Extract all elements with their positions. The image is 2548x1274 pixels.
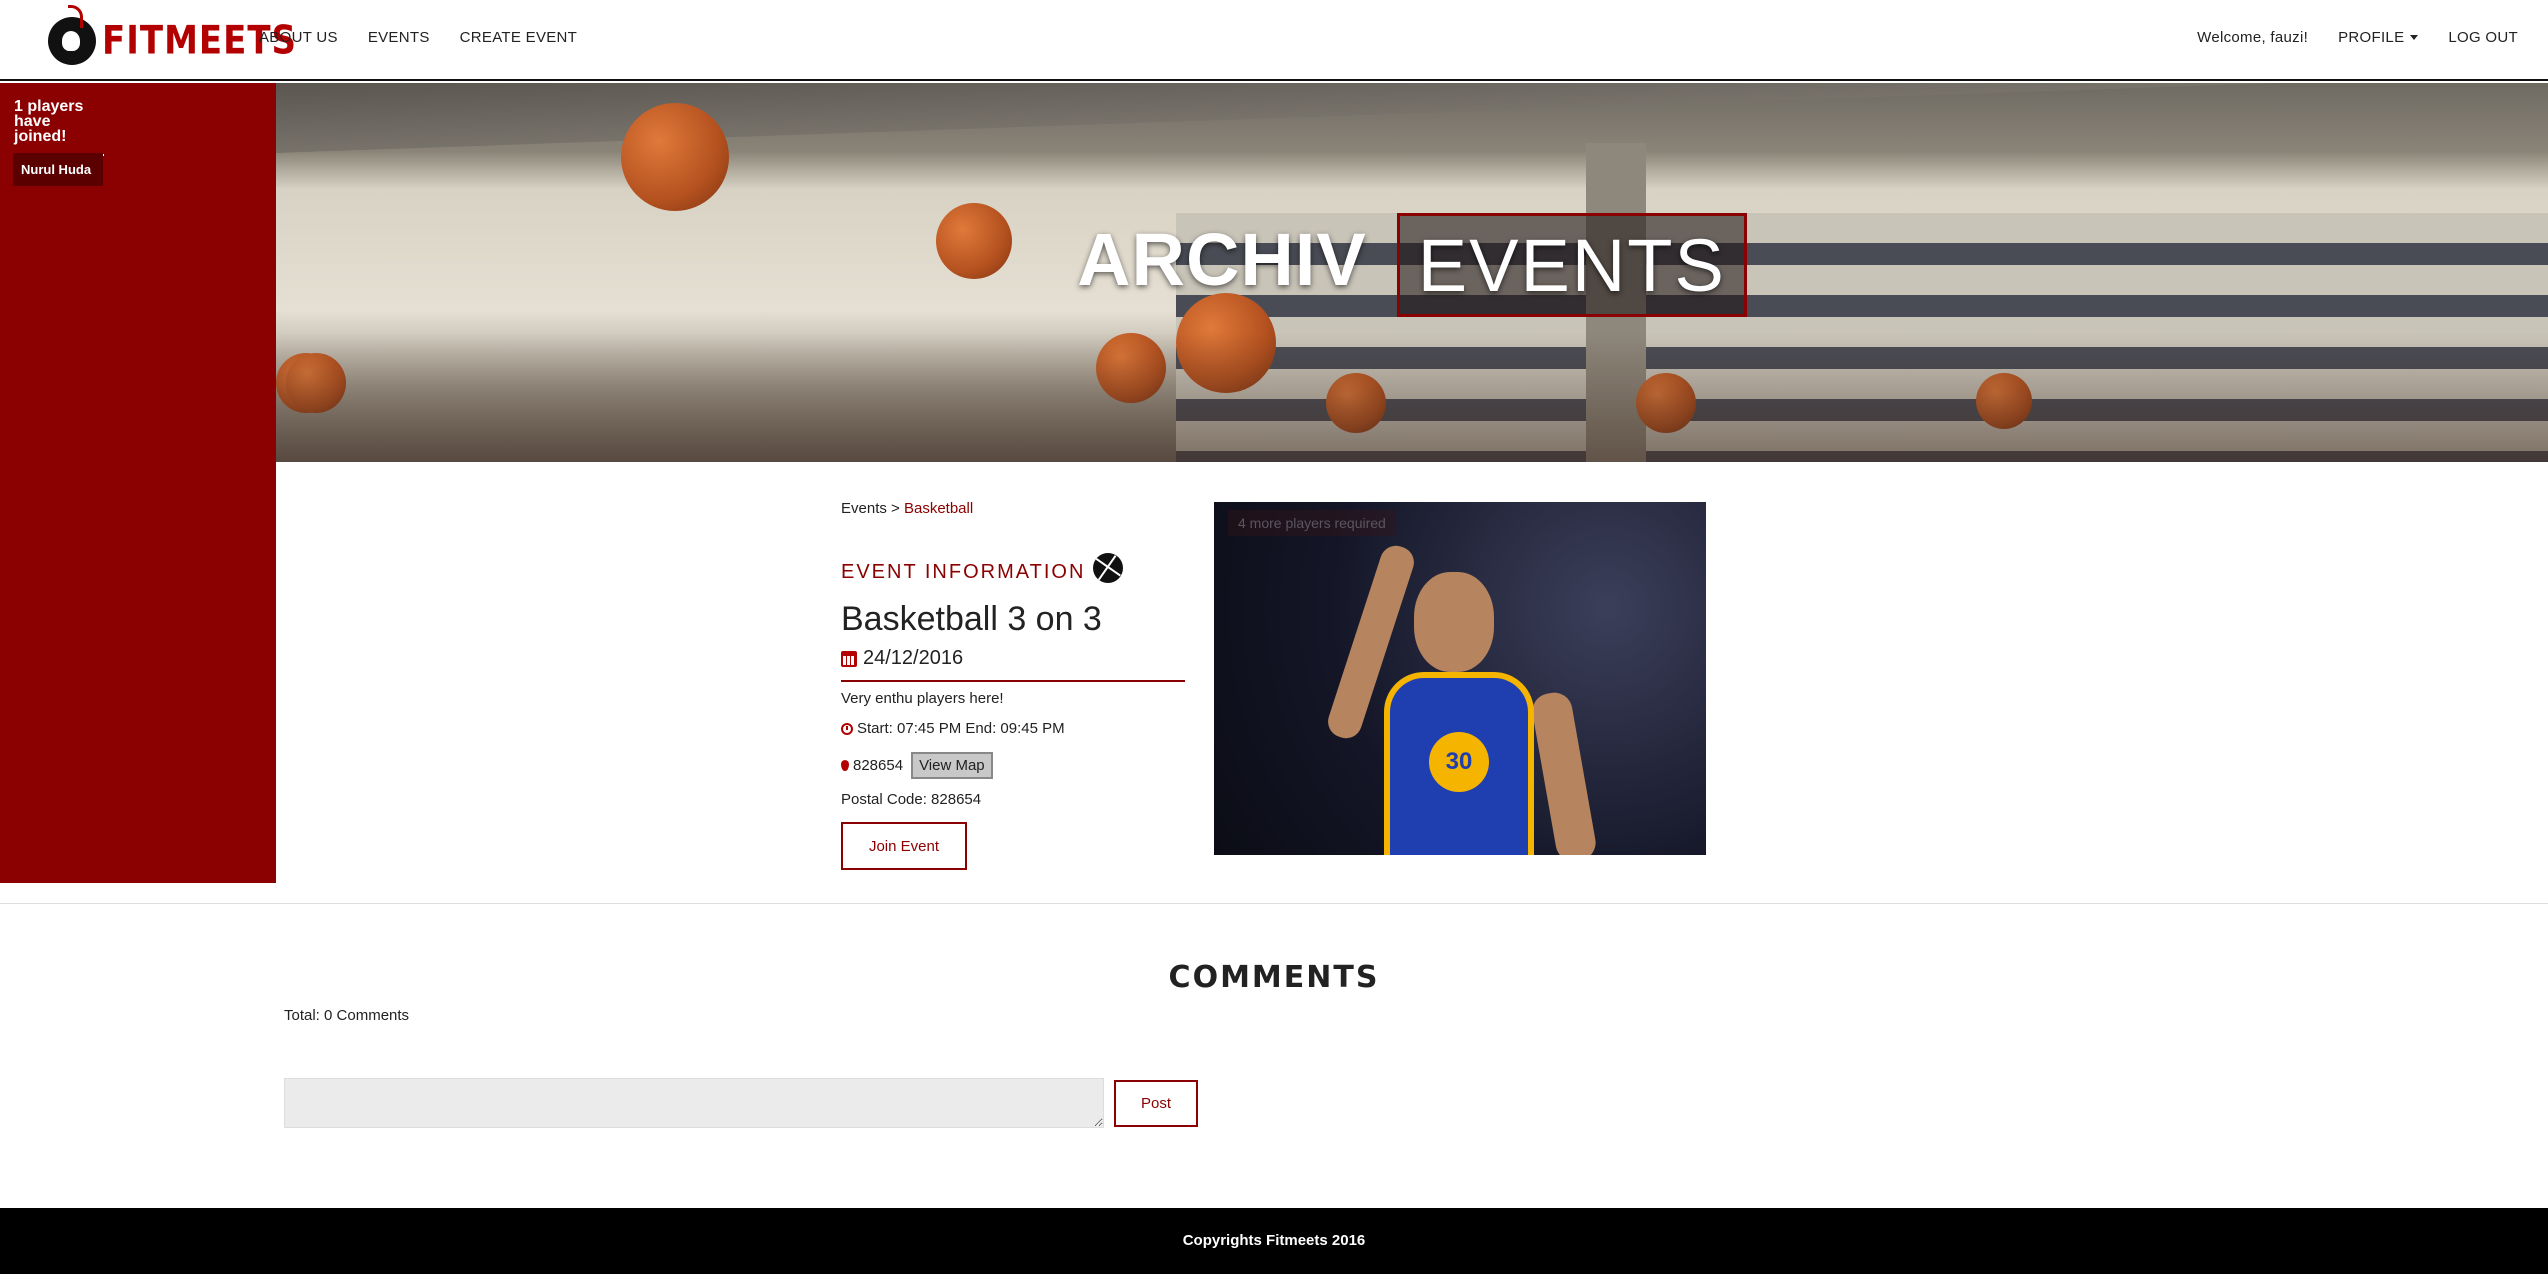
event-postal-code: Postal Code: 828654 (841, 791, 982, 808)
basketball-image (621, 103, 729, 211)
section-divider (0, 903, 2548, 904)
nav-right: Welcome, fauzi! PROFILE LOG OUT (2197, 0, 2518, 74)
hero-banner: ARCHIV EVENTS (276, 83, 2548, 462)
profile-label: PROFILE (2338, 28, 2405, 46)
post-comment-button[interactable]: Post (1114, 1080, 1198, 1127)
players-joined-text: 1 players have joined! (14, 99, 104, 156)
event-location-text: 828654 (853, 757, 904, 774)
hero-crowd (276, 333, 2548, 462)
nav-left: ABOUT US EVENTS CREATE EVENT (259, 0, 577, 74)
hero-overpass (276, 83, 2548, 154)
hero-title-boxed: EVENTS (1396, 213, 1747, 317)
event-location: 828654 View Map (841, 752, 993, 779)
event-title: Basketball 3 on 3 (841, 600, 1102, 638)
comment-input[interactable] (284, 1078, 1104, 1128)
hero-title-first: ARCHIV (1077, 217, 1367, 301)
players-required-badge: 4 more players required (1228, 510, 1396, 536)
hero-title: ARCHIV EVENTS (276, 213, 2548, 317)
event-info-heading: EVENT INFORMATION (841, 552, 1124, 584)
logo-icon (48, 5, 96, 65)
player-chip[interactable]: Nurul Huda (13, 153, 103, 186)
clock-icon (841, 722, 853, 735)
event-photo: 30 4 more players required (1214, 502, 1706, 855)
nav-events[interactable]: EVENTS (368, 29, 430, 46)
event-info-label: EVENT INFORMATION (841, 561, 1086, 583)
welcome-text: Welcome, fauzi! (2197, 28, 2309, 46)
event-time: Start: 07:45 PM End: 09:45 PM (841, 720, 1065, 737)
logout-link[interactable]: LOG OUT (2448, 29, 2518, 46)
breadcrumb-events[interactable]: Events (841, 500, 887, 517)
photo-arm (1529, 689, 1599, 855)
comments-total: Total: 0 Comments (284, 1007, 410, 1024)
caret-down-icon (2410, 35, 2419, 41)
map-marker-icon (841, 760, 849, 771)
players-sidebar: 1 players have joined! Nurul Huda (0, 83, 276, 883)
basketball-icon (1093, 552, 1124, 583)
nav-create-event[interactable]: CREATE EVENT (460, 29, 578, 46)
top-navbar: FITMEETS ABOUT US EVENTS CREATE EVENT We… (0, 0, 2548, 81)
breadcrumb-separator: > (891, 500, 900, 517)
event-date-text: 24/12/2016 (863, 647, 964, 669)
jersey-number: 30 (1429, 732, 1489, 792)
breadcrumb: Events > Basketball (841, 500, 973, 517)
nav-about-us[interactable]: ABOUT US (259, 29, 338, 46)
photo-head (1414, 572, 1494, 672)
footer-text: Copyrights Fitmeets 2016 (1182, 1232, 1366, 1249)
event-description: Very enthu players here! (841, 690, 1004, 707)
footer: Copyrights Fitmeets 2016 (0, 1208, 2548, 1274)
breadcrumb-current[interactable]: Basketball (904, 500, 973, 517)
event-date: 24/12/2016 (841, 647, 1185, 682)
event-time-text: Start: 07:45 PM End: 09:45 PM (857, 720, 1065, 737)
profile-dropdown[interactable]: PROFILE (2338, 28, 2419, 46)
view-map-button[interactable]: View Map (911, 752, 993, 779)
join-event-button[interactable]: Join Event (841, 822, 967, 870)
calendar-icon (841, 650, 857, 667)
comments-title: COMMENTS (1168, 960, 1380, 995)
